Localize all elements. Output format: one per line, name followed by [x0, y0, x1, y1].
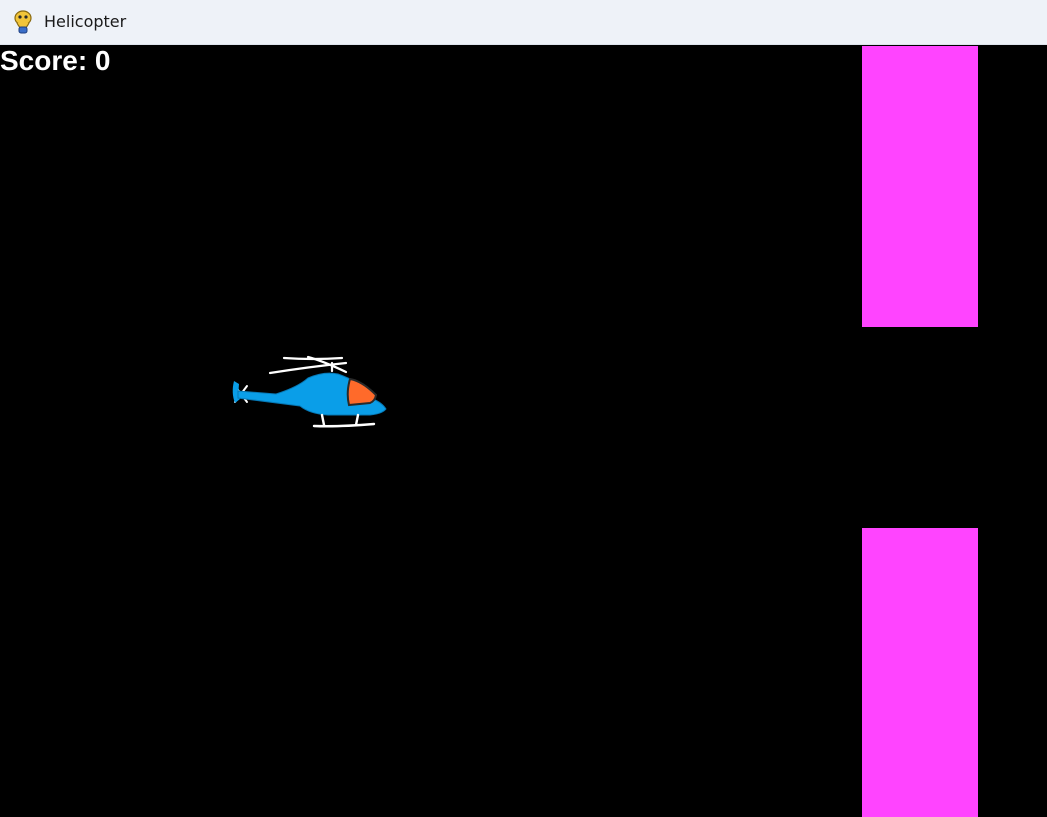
window-title: Helicopter: [44, 12, 127, 31]
main-rotor: [268, 355, 348, 375]
window-titlebar[interactable]: Helicopter: [0, 0, 1047, 45]
obstacle-top-pillar: [862, 46, 978, 327]
landing-skids: [312, 413, 376, 428]
helicopter-sprite: [232, 355, 387, 428]
game-canvas[interactable]: Score: 0: [0, 46, 1047, 817]
obstacle-bottom-pillar: [862, 528, 978, 817]
game-window: Helicopter Score: 0: [0, 0, 1047, 817]
score-label: Score: 0: [0, 46, 111, 76]
cockpit-window: [346, 377, 378, 407]
pygame-snake-icon: [14, 10, 32, 34]
